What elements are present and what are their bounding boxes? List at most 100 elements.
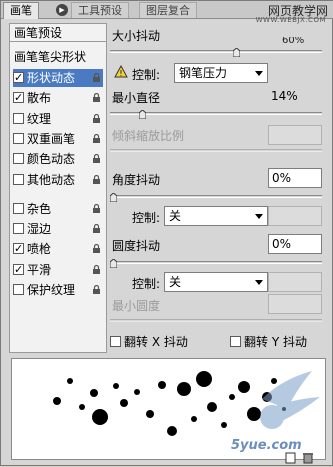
brush-tip-shape-item[interactable]: 画笔笔尖形状 bbox=[14, 48, 104, 66]
roundness-control-select[interactable]: 关 bbox=[164, 272, 268, 292]
angle-control-extra-field bbox=[268, 206, 322, 226]
list-item[interactable]: 散布 bbox=[13, 89, 103, 107]
roundness-jitter-field[interactable]: 0% bbox=[268, 234, 322, 254]
list-item-checkbox[interactable] bbox=[13, 153, 24, 165]
lock-icon[interactable] bbox=[92, 93, 101, 103]
list-item-checkbox[interactable] bbox=[13, 261, 24, 279]
lock-icon[interactable] bbox=[92, 133, 101, 143]
lock-icon[interactable] bbox=[92, 174, 101, 184]
panel-menu-icon[interactable]: ▶ bbox=[56, 4, 68, 16]
tab-layer-comps[interactable]: 图层复合 bbox=[139, 2, 197, 18]
list-item-label: 湿边 bbox=[27, 222, 52, 237]
min-roundness-label: 最小圆度 bbox=[112, 299, 161, 313]
list-item[interactable]: 保护纹理 bbox=[13, 281, 103, 299]
lock-icon[interactable] bbox=[92, 113, 101, 123]
list-item-checkbox[interactable] bbox=[13, 173, 24, 185]
list-item-checkbox[interactable] bbox=[13, 223, 24, 235]
new-brush-icon[interactable] bbox=[285, 452, 296, 464]
size-jitter-value: 60% bbox=[282, 37, 305, 44]
angle-control-select[interactable]: 关 bbox=[164, 206, 268, 226]
tab-tool-presets-label: 工具预设 bbox=[78, 4, 122, 17]
flip-x-option[interactable]: 翻转 X 抖动 bbox=[110, 333, 188, 350]
size-jitter-label: 大小抖动 bbox=[112, 29, 161, 43]
list-item-checkbox[interactable] bbox=[13, 69, 24, 87]
brush-panel: 画笔 ▶ 工具预设 图层复合 网页教学网 WWW.WEBJX.COM 画笔预设 … bbox=[0, 0, 333, 466]
list-item-checkbox[interactable] bbox=[13, 202, 24, 214]
control-label-roundness: 控制: bbox=[132, 277, 161, 291]
list-item[interactable]: 双重画笔 bbox=[13, 130, 103, 148]
control-label-size: 控制: bbox=[132, 68, 161, 82]
flip-x-checkbox[interactable] bbox=[110, 336, 121, 347]
min-roundness-field bbox=[268, 294, 322, 314]
roundness-jitter-slider-thumb[interactable] bbox=[109, 258, 118, 269]
tab-layer-comps-label: 图层复合 bbox=[146, 4, 190, 17]
min-diameter-field[interactable]: 14% bbox=[268, 87, 322, 107]
angle-jitter-field[interactable]: 0% bbox=[268, 168, 322, 188]
min-diameter-label: 最小直径 bbox=[112, 91, 161, 105]
list-item[interactable]: 形状动态 bbox=[13, 69, 103, 87]
roundness-control-extra-field bbox=[268, 272, 322, 292]
angle-jitter-slider-thumb[interactable] bbox=[109, 192, 118, 203]
roundness-jitter-label: 圆度抖动 bbox=[112, 239, 161, 253]
list-item-label: 其他动态 bbox=[27, 172, 76, 187]
list-item-label: 形状动态 bbox=[27, 71, 76, 85]
panel-bottom-icons bbox=[282, 452, 322, 467]
flip-y-option[interactable]: 翻转 Y 抖动 bbox=[230, 333, 307, 350]
lock-icon[interactable] bbox=[92, 244, 101, 254]
list-item[interactable]: 平滑 bbox=[13, 261, 103, 279]
tab-bar: 画笔 ▶ 工具预设 图层复合 网页教学网 WWW.WEBJX.COM bbox=[1, 1, 333, 24]
chevron-down-icon bbox=[255, 71, 263, 76]
list-item[interactable]: 喷枪 bbox=[13, 240, 103, 258]
control-label-angle: 控制: bbox=[132, 211, 161, 225]
flip-x-label: 翻转 X 抖动 bbox=[124, 335, 188, 349]
trash-icon[interactable] bbox=[303, 453, 313, 464]
angle-jitter-label: 角度抖动 bbox=[112, 173, 161, 187]
tab-brush-label: 画笔 bbox=[10, 4, 32, 17]
tilt-scale-slider bbox=[110, 149, 322, 152]
list-item-label: 颜色动态 bbox=[27, 152, 76, 167]
watermark-site-url: WWW.WEBJX.COM bbox=[255, 16, 326, 24]
min-diameter-slider-thumb[interactable] bbox=[138, 109, 147, 120]
list-item[interactable]: 其他动态 bbox=[13, 171, 103, 189]
list-item-label: 保护纹理 bbox=[27, 283, 76, 297]
tab-brush[interactable]: 画笔 bbox=[3, 2, 39, 19]
list-item-label: 杂色 bbox=[27, 201, 52, 216]
size-jitter-slider-thumb[interactable] bbox=[232, 47, 241, 58]
size-control-select[interactable]: 钢笔压力 bbox=[174, 63, 268, 83]
size-control-value: 钢笔压力 bbox=[179, 66, 228, 80]
list-item[interactable]: 颜色动态 bbox=[13, 150, 103, 168]
list-item-label: 平滑 bbox=[27, 262, 52, 277]
list-item-checkbox[interactable] bbox=[13, 112, 24, 124]
angle-jitter-slider[interactable] bbox=[110, 195, 322, 198]
list-item-checkbox[interactable] bbox=[13, 240, 24, 258]
roundness-control-value: 关 bbox=[169, 275, 182, 289]
brush-presets-item[interactable]: 画笔预设 bbox=[10, 24, 106, 42]
list-item[interactable]: 杂色 bbox=[13, 200, 103, 218]
brush-options-list: 画笔预设 画笔笔尖形状 形状动态散布纹理双重画笔颜色动态其他动态杂色湿边喷枪平滑… bbox=[9, 23, 107, 353]
chevron-down-icon bbox=[255, 214, 263, 219]
lock-icon[interactable] bbox=[92, 264, 101, 274]
list-item-label: 纹理 bbox=[27, 111, 52, 126]
list-item[interactable]: 湿边 bbox=[13, 220, 103, 238]
roundness-jitter-slider[interactable] bbox=[110, 261, 322, 264]
lock-icon[interactable] bbox=[92, 154, 101, 164]
list-item-label: 双重画笔 bbox=[27, 131, 76, 146]
watermark-bottom-logo: 5yue.com bbox=[231, 438, 302, 453]
chevron-down-icon bbox=[255, 280, 263, 285]
angle-control-value: 关 bbox=[169, 209, 182, 223]
list-item-label: 散布 bbox=[27, 91, 52, 106]
size-jitter-slider[interactable] bbox=[110, 50, 322, 53]
lock-icon[interactable] bbox=[92, 285, 101, 294]
lock-icon[interactable] bbox=[92, 73, 101, 82]
list-item-checkbox[interactable] bbox=[13, 89, 24, 107]
svg-text:!: ! bbox=[119, 69, 122, 78]
tilt-scale-field bbox=[268, 125, 322, 145]
list-item-checkbox[interactable] bbox=[13, 132, 24, 144]
flip-y-label: 翻转 Y 抖动 bbox=[244, 335, 307, 349]
lock-icon[interactable] bbox=[92, 203, 101, 213]
lock-icon[interactable] bbox=[92, 224, 101, 234]
list-item[interactable]: 纹理 bbox=[13, 110, 103, 128]
list-item-checkbox[interactable] bbox=[13, 284, 24, 295]
tab-tool-presets[interactable]: 工具预设 bbox=[71, 2, 129, 18]
flip-y-checkbox[interactable] bbox=[230, 336, 241, 347]
